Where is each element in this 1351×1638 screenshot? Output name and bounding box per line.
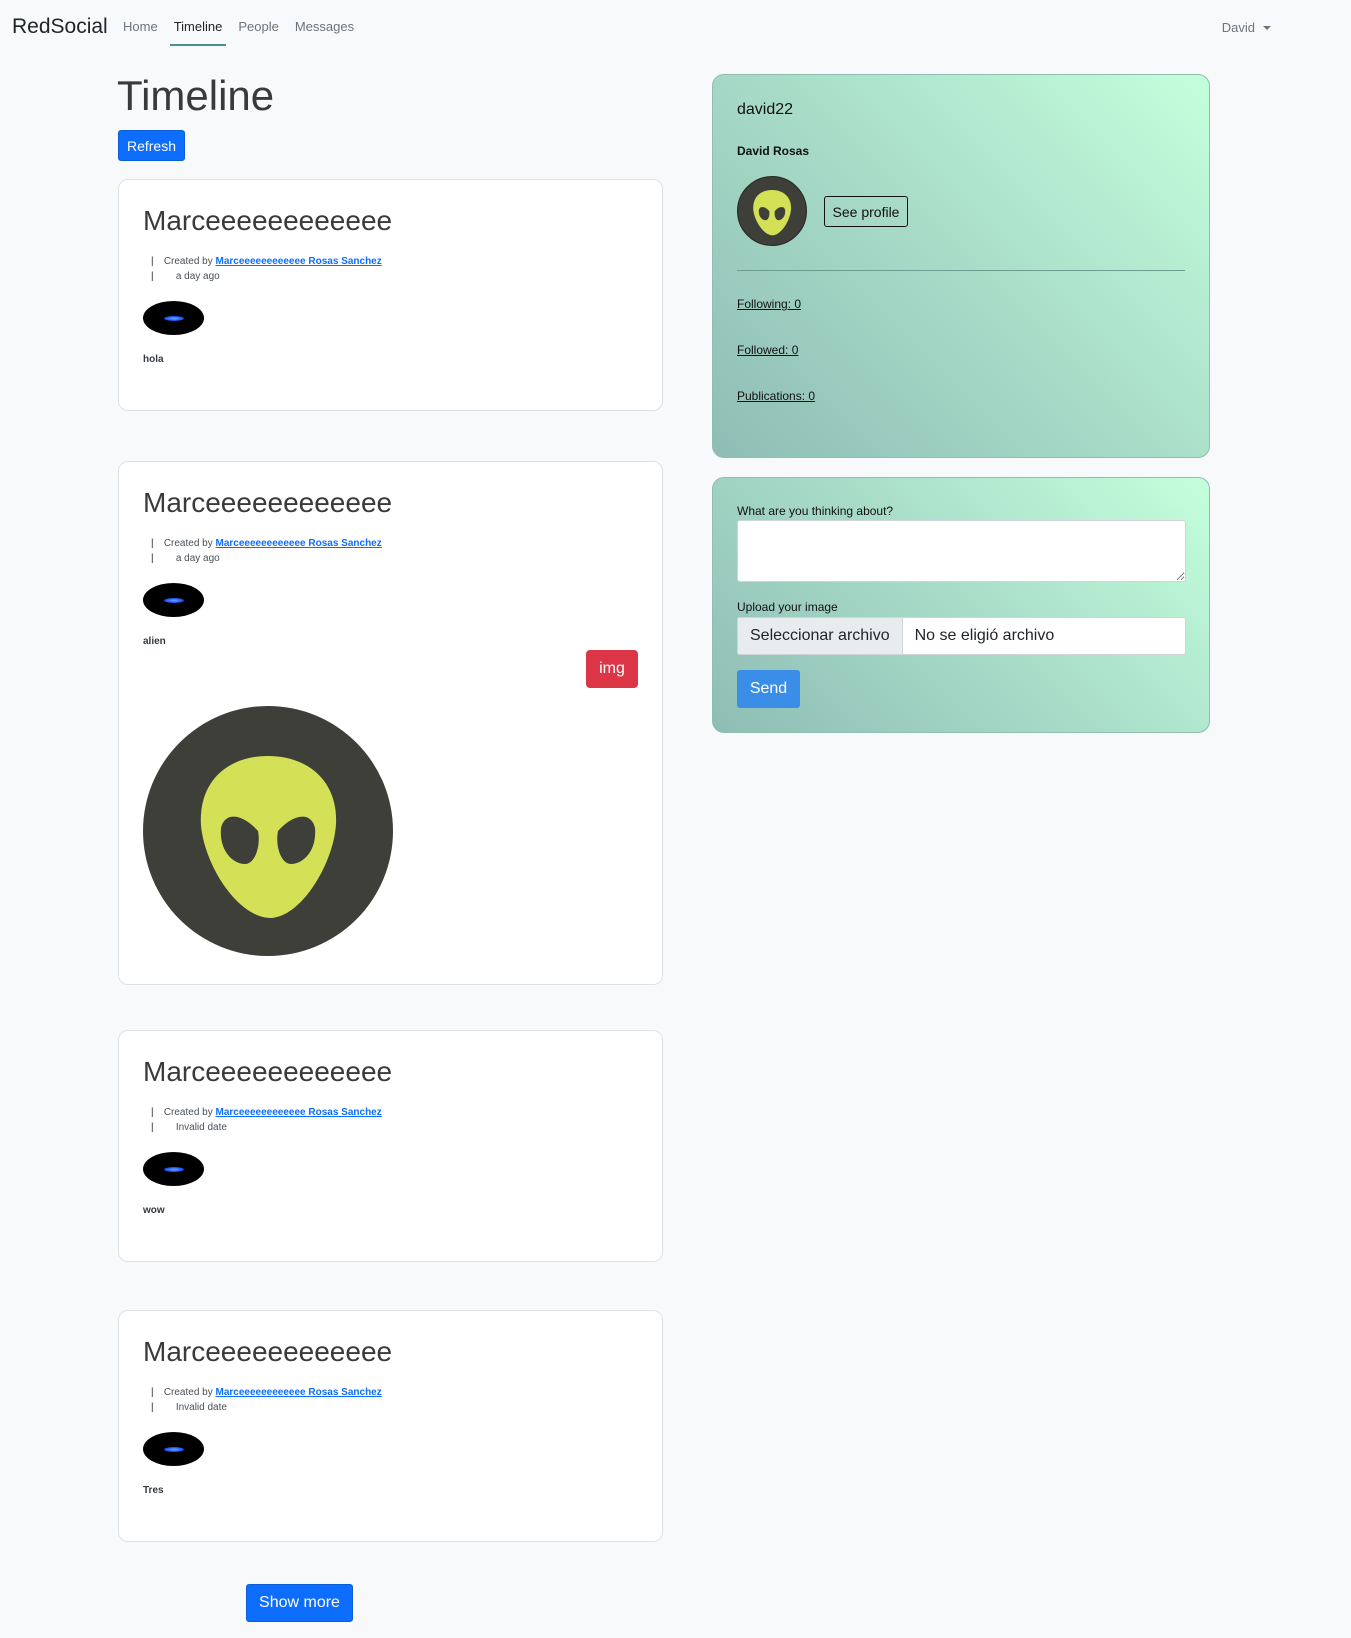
post-meta: | Created by Marceeeeeeeeeeee Rosas Sanch…	[151, 1387, 382, 1413]
brand-logo[interactable]: RedSocial	[12, 15, 108, 39]
post-meta: | Created by Marceeeeeeeeeeee Rosas Sanch…	[151, 256, 382, 282]
upload-label: Upload your image	[737, 600, 838, 614]
author-avatar	[143, 1152, 204, 1186]
post-title: Marceeeeeeeeeeee	[143, 205, 393, 236]
image-toggle-button[interactable]: img	[586, 650, 638, 688]
nav-link-timeline[interactable]: Timeline	[169, 0, 227, 54]
post-meta: | Created by Marceeeeeeeeeeee Rosas Sanch…	[151, 1107, 382, 1133]
compose-textarea-label: What are you thinking about?	[737, 504, 894, 518]
file-status: No se eligió archivo	[914, 627, 1055, 644]
post-card: Marceeeeeeeeeeee | Created by Marceeeeeee…	[118, 1030, 663, 1262]
alien-face-icon	[737, 176, 807, 246]
post-meta: | Created by Marceeeeeeeeeeee Rosas Sanch…	[151, 538, 382, 564]
post-text: Tres	[143, 1485, 164, 1496]
chevron-down-icon	[1263, 25, 1271, 30]
post-title: Marceeeeeeeeeeee	[143, 487, 393, 518]
post-text: wow	[143, 1205, 165, 1216]
author-link[interactable]: Marceeeeeeeeeeee Rosas Sanchez	[216, 1107, 382, 1118]
profile-fullname: David Rosas	[737, 144, 810, 158]
author-link[interactable]: Marceeeeeeeeeeee Rosas Sanchez	[216, 1387, 382, 1398]
choose-file-button[interactable]: Seleccionar archivo	[738, 618, 903, 654]
author-avatar	[143, 1432, 204, 1466]
followed-link[interactable]: Followed: 0	[737, 343, 798, 357]
alien-face-icon	[143, 706, 393, 956]
post-text: alien	[143, 636, 166, 647]
user-menu-dropdown[interactable]: David	[1222, 20, 1271, 35]
send-button[interactable]: Send	[737, 670, 800, 708]
post-title: Marceeeeeeeeeeee	[143, 1056, 393, 1087]
post-card: Marceeeeeeeeeeee | Created by Marceeeeeee…	[118, 179, 663, 411]
post-date: Invalid date	[175, 1402, 227, 1413]
nav-link-messages[interactable]: Messages	[291, 0, 358, 54]
author-link[interactable]: Marceeeeeeeeeeee Rosas Sanchez	[216, 538, 382, 549]
created-by-label: Created by	[163, 1107, 213, 1118]
profile-card: david22 David Rosas See profile Followin…	[712, 74, 1210, 458]
publications-link[interactable]: Publications: 0	[737, 389, 815, 403]
show-more-button[interactable]: Show more	[246, 1584, 353, 1622]
post-card: Marceeeeeeeeeeee | Created by Marceeeeeee…	[118, 1310, 663, 1542]
nav-link-home[interactable]: Home	[119, 0, 162, 54]
created-by-label: Created by	[163, 538, 213, 549]
author-avatar	[143, 301, 204, 335]
see-profile-button[interactable]: See profile	[824, 196, 908, 227]
nav-link-people[interactable]: People	[234, 0, 282, 54]
refresh-button[interactable]: Refresh	[118, 130, 185, 161]
profile-username: david22	[737, 101, 794, 118]
user-menu-label: David	[1221, 20, 1255, 35]
file-upload-input[interactable]: Seleccionar archivo No se eligió archivo	[737, 617, 1186, 655]
compose-card: What are you thinking about? Upload your…	[712, 477, 1210, 733]
post-date: a day ago	[175, 271, 220, 282]
author-avatar	[143, 583, 204, 617]
post-date: a day ago	[175, 553, 220, 564]
author-link[interactable]: Marceeeeeeeeeeee Rosas Sanchez	[216, 256, 382, 267]
created-by-label: Created by	[163, 256, 213, 267]
post-text: hola	[143, 354, 164, 365]
divider	[737, 270, 1185, 271]
created-by-label: Created by	[163, 1387, 213, 1398]
nav-links: Home Timeline People Messages	[119, 0, 366, 54]
page-title: Timeline	[117, 72, 275, 119]
navbar: RedSocial Home Timeline People Messages …	[0, 0, 1351, 54]
following-link[interactable]: Following: 0	[737, 297, 801, 311]
post-card: Marceeeeeeeeeeee | Created by Marceeeeeee…	[118, 461, 663, 985]
compose-textarea[interactable]	[737, 520, 1186, 582]
post-date: Invalid date	[175, 1122, 227, 1133]
post-title: Marceeeeeeeeeeee	[143, 1336, 393, 1367]
